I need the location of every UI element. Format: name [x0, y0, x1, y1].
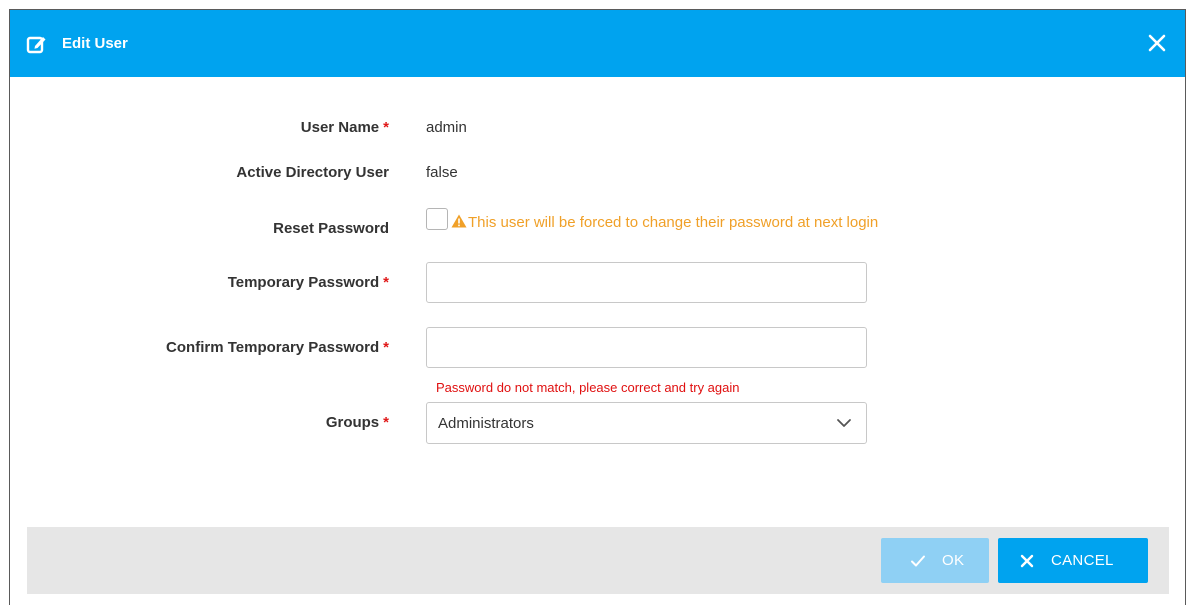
ok-button[interactable]: OK — [881, 538, 989, 583]
confirm-password-input[interactable] — [426, 327, 867, 368]
ad-user-label: Active Directory User — [236, 164, 389, 181]
close-icon[interactable] — [1145, 31, 1169, 55]
temp-password-label: Temporary Password * — [227, 274, 389, 291]
confirm-password-label: Confirm Temporary Password * — [166, 339, 389, 356]
groups-selected-value: Administrators — [438, 415, 534, 432]
chevron-down-icon — [837, 419, 851, 427]
groups-select[interactable]: Administrators — [426, 402, 867, 444]
dialog-title: Edit User — [62, 35, 128, 52]
check-icon — [911, 555, 925, 567]
ok-label: OK — [942, 552, 965, 569]
close-icon — [1020, 554, 1034, 568]
edit-icon — [26, 36, 46, 54]
reset-password-warning: This user will be forced to change their… — [451, 213, 878, 233]
warning-icon — [451, 214, 467, 228]
temp-password-input[interactable] — [426, 262, 867, 303]
cancel-label: CANCEL — [1051, 552, 1114, 569]
password-mismatch-error: Password do not match, please correct an… — [436, 380, 740, 395]
groups-label: Groups * — [325, 414, 389, 431]
reset-password-checkbox[interactable] — [426, 208, 448, 230]
cancel-button[interactable]: CANCEL — [998, 538, 1148, 583]
user-name-value: admin — [426, 119, 467, 136]
required-marker: * — [383, 274, 389, 291]
user-name-label: User Name * — [300, 119, 389, 136]
warning-text: This user will be forced to change their… — [468, 214, 879, 231]
reset-password-label: Reset Password — [273, 220, 389, 237]
dialog-header: Edit User — [10, 10, 1185, 77]
required-marker: * — [383, 119, 389, 136]
edit-user-dialog: Edit User User Name * admin Active Direct… — [9, 9, 1186, 605]
required-marker: * — [383, 414, 389, 431]
ad-user-value: false — [426, 164, 458, 181]
dialog-footer: OK CANCEL — [27, 527, 1169, 594]
required-marker: * — [383, 339, 389, 356]
